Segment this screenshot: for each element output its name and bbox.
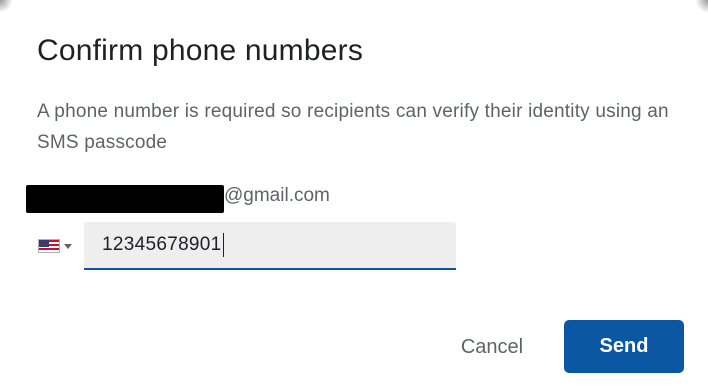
dialog-corner-shadow (0, 0, 12, 12)
dialog-corner-shadow (696, 0, 708, 12)
phone-number-input[interactable]: 12345678901 (84, 222, 456, 270)
send-button[interactable]: Send (564, 320, 684, 373)
caret-down-icon (64, 243, 72, 249)
phone-number-value: 12345678901 (102, 234, 222, 255)
redacted-email-local-part (26, 185, 224, 213)
cancel-button[interactable]: Cancel (440, 322, 544, 372)
text-cursor (222, 233, 224, 257)
dialog-title: Confirm phone numbers (37, 34, 364, 67)
us-flag-icon (38, 239, 60, 253)
flag-canton (39, 240, 49, 247)
confirm-phone-dialog: Confirm phone numbers A phone number is … (0, 0, 708, 392)
country-code-dropdown[interactable] (38, 222, 84, 270)
email-domain: @gmail.com (224, 185, 330, 206)
phone-input-row: 12345678901 (38, 222, 456, 270)
dialog-description: A phone number is required so recipients… (37, 101, 669, 153)
recipient-email: @gmail.com (26, 180, 330, 213)
